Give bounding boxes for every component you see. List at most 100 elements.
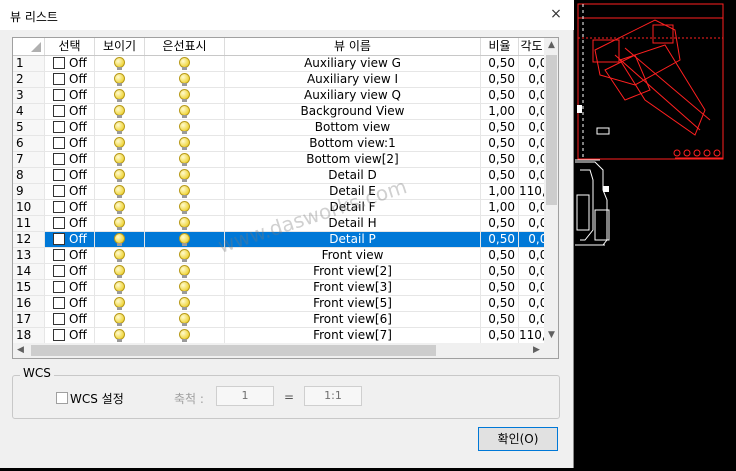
table-row[interactable]: 10 Off Detail F 1,00 0,00 <box>13 200 558 216</box>
wcs-checkbox-label[interactable]: WCS 설정 <box>70 390 124 407</box>
select-checkbox[interactable] <box>53 105 65 117</box>
show-cell[interactable] <box>95 280 145 295</box>
select-cell[interactable]: Off <box>45 184 95 199</box>
select-cell[interactable]: Off <box>45 56 95 71</box>
select-checkbox[interactable] <box>53 281 65 293</box>
select-checkbox[interactable] <box>53 329 65 341</box>
hidden-line-cell[interactable] <box>145 280 225 295</box>
scroll-right-icon[interactable]: ▶ <box>529 343 544 358</box>
lightbulb-icon[interactable] <box>179 217 190 230</box>
vertical-scrollbar[interactable]: ▲ ▼ <box>544 38 558 343</box>
lightbulb-icon[interactable] <box>114 169 125 182</box>
table-row[interactable]: 11 Off Detail H 0,50 0,00 <box>13 216 558 232</box>
select-checkbox[interactable] <box>53 265 65 277</box>
show-cell[interactable] <box>95 312 145 327</box>
close-icon[interactable]: × <box>544 3 568 25</box>
lightbulb-icon[interactable] <box>114 137 125 150</box>
table-row[interactable]: 2 Off Auxiliary view I 0,50 0,00 <box>13 72 558 88</box>
show-cell[interactable] <box>95 216 145 231</box>
lightbulb-icon[interactable] <box>114 89 125 102</box>
ok-button[interactable]: 확인(O) <box>478 427 558 451</box>
hidden-line-cell[interactable] <box>145 56 225 71</box>
horizontal-scroll-thumb[interactable] <box>31 345 436 356</box>
select-cell[interactable]: Off <box>45 216 95 231</box>
select-checkbox[interactable] <box>53 73 65 85</box>
lightbulb-icon[interactable] <box>179 57 190 70</box>
lightbulb-icon[interactable] <box>179 169 190 182</box>
lightbulb-icon[interactable] <box>179 249 190 262</box>
show-cell[interactable] <box>95 168 145 183</box>
table-row[interactable]: 17 Off Front view[6] 0,50 0,00 <box>13 312 558 328</box>
show-cell[interactable] <box>95 152 145 167</box>
select-cell[interactable]: Off <box>45 136 95 151</box>
table-row[interactable]: 7 Off Bottom view[2] 0,50 0,00 <box>13 152 558 168</box>
hidden-line-cell[interactable] <box>145 264 225 279</box>
table-row[interactable]: 1 Off Auxiliary view G 0,50 0,00 <box>13 56 558 72</box>
show-cell[interactable] <box>95 200 145 215</box>
lightbulb-icon[interactable] <box>179 73 190 86</box>
select-cell[interactable]: Off <box>45 280 95 295</box>
select-checkbox[interactable] <box>53 169 65 181</box>
hidden-line-cell[interactable] <box>145 248 225 263</box>
table-row[interactable]: 15 Off Front view[3] 0,50 0,00 <box>13 280 558 296</box>
lightbulb-icon[interactable] <box>114 153 125 166</box>
hidden-line-cell[interactable] <box>145 120 225 135</box>
select-checkbox[interactable] <box>53 153 65 165</box>
select-checkbox[interactable] <box>53 297 65 309</box>
hidden-line-cell[interactable] <box>145 216 225 231</box>
select-cell[interactable]: Off <box>45 168 95 183</box>
hidden-line-cell[interactable] <box>145 312 225 327</box>
lightbulb-icon[interactable] <box>114 233 125 246</box>
select-cell[interactable]: Off <box>45 264 95 279</box>
scroll-down-icon[interactable]: ▼ <box>544 328 558 343</box>
show-cell[interactable] <box>95 56 145 71</box>
wcs-checkbox[interactable] <box>56 392 68 404</box>
scroll-left-icon[interactable]: ◀ <box>13 343 28 358</box>
select-cell[interactable]: Off <box>45 200 95 215</box>
hidden-line-cell[interactable] <box>145 200 225 215</box>
lightbulb-icon[interactable] <box>179 297 190 310</box>
show-cell[interactable] <box>95 72 145 87</box>
select-cell[interactable]: Off <box>45 296 95 311</box>
select-checkbox[interactable] <box>53 217 65 229</box>
select-cell[interactable]: Off <box>45 72 95 87</box>
cad-drawing-area[interactable] <box>575 0 736 468</box>
hidden-line-cell[interactable] <box>145 168 225 183</box>
hidden-line-cell[interactable] <box>145 184 225 199</box>
hidden-line-cell[interactable] <box>145 88 225 103</box>
header-angle[interactable]: 각도 <box>519 38 544 55</box>
show-cell[interactable] <box>95 184 145 199</box>
lightbulb-icon[interactable] <box>114 185 125 198</box>
lightbulb-icon[interactable] <box>114 57 125 70</box>
select-cell[interactable]: Off <box>45 104 95 119</box>
header-select[interactable]: 선택 <box>45 38 95 55</box>
lightbulb-icon[interactable] <box>179 89 190 102</box>
lightbulb-icon[interactable] <box>114 217 125 230</box>
lightbulb-icon[interactable] <box>179 233 190 246</box>
lightbulb-icon[interactable] <box>114 73 125 86</box>
table-row[interactable]: 9 Off Detail E 1,00 110,00 <box>13 184 558 200</box>
show-cell[interactable] <box>95 296 145 311</box>
select-checkbox[interactable] <box>53 137 65 149</box>
scroll-up-icon[interactable]: ▲ <box>544 38 558 53</box>
lightbulb-icon[interactable] <box>114 201 125 214</box>
select-cell[interactable]: Off <box>45 152 95 167</box>
lightbulb-icon[interactable] <box>179 313 190 326</box>
select-cell[interactable]: Off <box>45 248 95 263</box>
lightbulb-icon[interactable] <box>179 121 190 134</box>
lightbulb-icon[interactable] <box>179 265 190 278</box>
select-cell[interactable]: Off <box>45 328 95 343</box>
select-cell[interactable]: Off <box>45 120 95 135</box>
select-checkbox[interactable] <box>53 89 65 101</box>
header-scale[interactable]: 비율 <box>481 38 519 55</box>
select-checkbox[interactable] <box>53 313 65 325</box>
select-cell[interactable]: Off <box>45 312 95 327</box>
select-checkbox[interactable] <box>53 121 65 133</box>
hidden-line-cell[interactable] <box>145 232 225 247</box>
select-checkbox[interactable] <box>53 249 65 261</box>
table-row[interactable]: 8 Off Detail D 0,50 0,00 <box>13 168 558 184</box>
lightbulb-icon[interactable] <box>114 105 125 118</box>
lightbulb-icon[interactable] <box>114 329 125 342</box>
select-checkbox[interactable] <box>53 185 65 197</box>
table-row[interactable]: 3 Off Auxiliary view Q 0,50 0,00 <box>13 88 558 104</box>
